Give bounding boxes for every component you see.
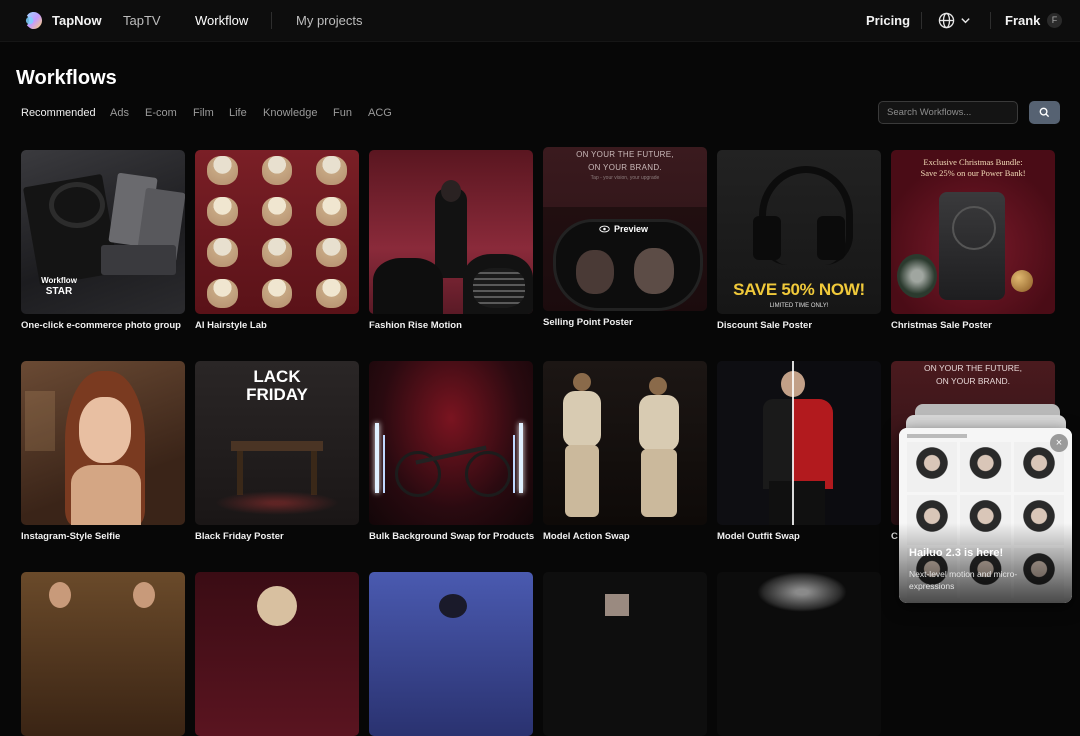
hairstyle-portrait: [207, 238, 238, 267]
eye-icon: [599, 225, 610, 233]
model-figure: [649, 377, 667, 395]
preview-label: Preview: [614, 224, 649, 234]
hairstyle-portrait: [261, 197, 293, 226]
poster-headline: ON YOUR BRAND.: [588, 163, 662, 172]
tab-life[interactable]: Life: [229, 107, 247, 119]
poster-tagline: LIMITED TIME ONLY!: [769, 303, 829, 309]
card-thumbnail[interactable]: [369, 361, 533, 525]
tab-film[interactable]: Film: [193, 107, 214, 119]
hairstyle-portrait: [261, 238, 293, 267]
poster-headline: ON YOUR THE FUTURE,: [576, 150, 674, 159]
poster-headline: LACK: [253, 367, 301, 386]
badge-label: STAR: [45, 286, 73, 297]
card-title[interactable]: One-click e-commerce photo group: [21, 320, 191, 331]
popup-description: Next-level motion and micro-expressions: [909, 569, 1018, 591]
page-title: Workflows: [16, 67, 117, 89]
nav-item-my-projects[interactable]: My projects: [296, 13, 362, 28]
nav-divider: [271, 12, 272, 29]
model-figure: [573, 373, 591, 391]
card-title[interactable]: Black Friday Poster: [195, 531, 365, 542]
tab-fun[interactable]: Fun: [333, 107, 352, 119]
card-title[interactable]: AI Hairstyle Lab: [195, 320, 365, 331]
hairstyle-portrait: [316, 238, 347, 267]
card-title[interactable]: Fashion Rise Motion: [369, 320, 539, 331]
popup-title: Hailuo 2.3 is here!: [909, 547, 1004, 559]
poster-tagline: Tap - your vision, your upgrade: [590, 175, 660, 181]
hairstyle-portrait: [261, 156, 293, 185]
tapnow-logo-icon[interactable]: [24, 11, 43, 30]
hairstyle-portrait: [261, 279, 293, 308]
card-thumbnail[interactable]: [543, 361, 707, 525]
tab-knowledge[interactable]: Knowledge: [263, 107, 317, 119]
card-thumbnail[interactable]: LACK FRIDAY: [195, 361, 359, 525]
poster-headline: Exclusive Christmas Bundle:: [923, 157, 1023, 167]
table-image: [231, 441, 323, 451]
nav-item-workflow[interactable]: Workflow: [195, 13, 248, 28]
pricing-link[interactable]: Pricing: [866, 13, 910, 28]
card-thumbnail[interactable]: [369, 150, 533, 314]
card-thumbnail[interactable]: SAVE 50% NOW! LIMITED TIME ONLY!: [717, 150, 881, 314]
avatar[interactable]: F: [1047, 13, 1062, 28]
tab-ads[interactable]: Ads: [110, 107, 129, 119]
card-thumbnail[interactable]: [543, 572, 707, 736]
nav-divider: [921, 12, 922, 29]
card-thumbnail[interactable]: ON YOUR THE FUTURE, ON YOUR BRAND. Tap -…: [543, 147, 707, 311]
card-title[interactable]: Bulk Background Swap for Products: [369, 531, 539, 542]
card-title[interactable]: Discount Sale Poster: [717, 320, 887, 331]
power-bank-image: [939, 192, 1005, 300]
card-thumbnail[interactable]: [195, 150, 359, 314]
card-thumbnail[interactable]: Workflow STAR: [21, 150, 185, 314]
card-title[interactable]: Christmas Sale Poster: [891, 320, 1061, 331]
headphone-image: [49, 182, 105, 228]
search-button[interactable]: [1029, 101, 1060, 124]
poster-headline: FRIDAY: [246, 385, 308, 404]
card-title[interactable]: Selling Point Poster: [543, 317, 713, 328]
tab-e-com[interactable]: E-com: [145, 107, 177, 119]
poster-headline: ON YOUR BRAND.: [936, 376, 1010, 386]
card-thumbnail[interactable]: [21, 572, 185, 736]
nav-item-taptv[interactable]: TapTV: [123, 13, 161, 28]
poster-headline: SAVE 50% NOW!: [733, 280, 865, 299]
user-name[interactable]: Frank: [1005, 13, 1040, 28]
poster-headline: Save 25% on our Power Bank!: [920, 168, 1026, 178]
card-thumbnail[interactable]: [717, 361, 881, 525]
popup-close-button[interactable]: ×: [1050, 434, 1068, 452]
hairstyle-portrait: [316, 279, 347, 308]
top-nav-bar: TapNow TapTV Workflow My projects Pricin…: [0, 0, 1080, 42]
brand-name[interactable]: TapNow: [52, 13, 102, 28]
card-thumbnail[interactable]: [21, 361, 185, 525]
chevron-down-icon[interactable]: [960, 15, 971, 26]
card-thumbnail[interactable]: [195, 572, 359, 736]
tab-acg[interactable]: ACG: [368, 107, 392, 119]
globe-icon[interactable]: [938, 12, 955, 29]
compare-divider[interactable]: [792, 361, 794, 525]
selfie-face: [79, 397, 131, 463]
search-icon: [1039, 107, 1050, 118]
tab-recommended[interactable]: Recommended: [21, 107, 96, 119]
card-title[interactable]: Instagram-Style Selfie: [21, 531, 191, 542]
badge-label: Workflow: [41, 276, 77, 285]
search-input[interactable]: [878, 101, 1018, 124]
hairstyle-portrait: [207, 156, 238, 185]
hairstyle-portrait: [316, 197, 347, 226]
hairstyle-portrait: [207, 197, 238, 226]
preview-button[interactable]: Preview: [599, 222, 648, 236]
workflow-star-badge: Workflow STAR: [29, 268, 89, 308]
nav-divider: [990, 12, 991, 29]
card-title[interactable]: Model Action Swap: [543, 531, 713, 542]
card-thumbnail[interactable]: Exclusive Christmas Bundle: Save 25% on …: [891, 150, 1055, 314]
card-thumbnail[interactable]: [369, 572, 533, 736]
poster-headline: ON YOUR THE FUTURE,: [924, 363, 1022, 373]
card-thumbnail[interactable]: [717, 572, 881, 736]
hairstyle-portrait: [316, 156, 347, 185]
hairstyle-portrait: [207, 279, 238, 308]
card-title[interactable]: Model Outfit Swap: [717, 531, 887, 542]
